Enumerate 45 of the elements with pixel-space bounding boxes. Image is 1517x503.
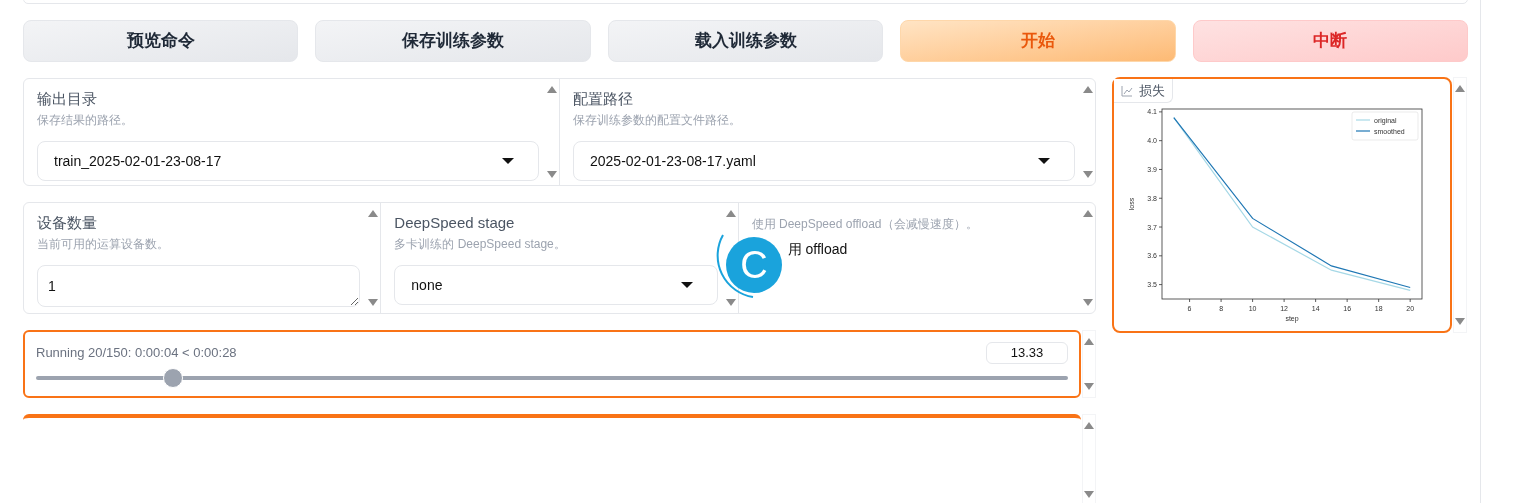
loading-logo: C bbox=[726, 237, 782, 293]
chart-icon bbox=[1121, 84, 1133, 97]
dropdown[interactable]: 2025-02-01-23-08-17.yaml bbox=[573, 141, 1075, 181]
action-button[interactable]: 保存训练参数 bbox=[315, 20, 591, 62]
chart-legend bbox=[1351, 111, 1419, 141]
info-text: 当前可用的运算设备数。 bbox=[37, 236, 170, 253]
info-text: 保存训练参数的配置文件路径。 bbox=[573, 112, 742, 129]
caret-icon bbox=[502, 157, 514, 165]
scroll-up-icon[interactable] bbox=[547, 85, 557, 94]
scroll-down-icon[interactable] bbox=[1084, 382, 1094, 391]
slider-thumb[interactable] bbox=[163, 368, 184, 388]
field-label: 设备数量 bbox=[37, 213, 98, 233]
scroll-up-icon[interactable] bbox=[368, 209, 379, 218]
scroll-up-icon[interactable] bbox=[1084, 337, 1094, 346]
scroll-up-icon[interactable] bbox=[1455, 84, 1465, 93]
text-input[interactable]: 1 bbox=[37, 265, 361, 307]
caret-icon bbox=[680, 281, 693, 289]
action-button[interactable]: 载入训练参数 bbox=[607, 20, 884, 62]
field-label: DeepSpeed stage bbox=[394, 213, 516, 233]
dropdown[interactable]: train_2025-02-01-23-08-17 bbox=[37, 141, 539, 181]
scroll-up-icon[interactable] bbox=[725, 209, 736, 218]
scroll-down-icon[interactable] bbox=[547, 170, 557, 179]
action-button[interactable]: 中断 bbox=[1192, 20, 1469, 62]
scroll-up-icon[interactable] bbox=[1083, 209, 1093, 218]
caret-icon bbox=[1038, 157, 1050, 165]
scroll-down-icon[interactable] bbox=[725, 298, 736, 307]
scroll-up-icon[interactable] bbox=[1083, 85, 1093, 94]
dropdown[interactable]: none bbox=[394, 265, 718, 305]
info-text: 多卡训练的 DeepSpeed stage。 bbox=[394, 236, 567, 253]
scroll-down-icon[interactable] bbox=[1083, 170, 1093, 179]
info-text: 保存结果的路径。 bbox=[37, 112, 134, 129]
info-text: 使用 DeepSpeed offload（会减慢速度）。 bbox=[751, 216, 979, 233]
action-button[interactable]: 预览命令 bbox=[23, 20, 299, 62]
number-field[interactable]: 13.33 bbox=[986, 342, 1068, 364]
slider-track[interactable] bbox=[36, 368, 1068, 388]
scroll-up-icon[interactable] bbox=[1084, 421, 1094, 430]
panel-label: 损失 bbox=[1139, 81, 1165, 100]
scroll-down-icon[interactable] bbox=[1084, 490, 1094, 499]
scroll-down-icon[interactable] bbox=[1083, 298, 1093, 307]
progress-text: Running 20/150: 0:00:04 < 0:00:28 bbox=[36, 344, 237, 363]
scroll-down-icon[interactable] bbox=[368, 298, 379, 307]
field-label: 配置路径 bbox=[573, 89, 634, 109]
field-label: 输出目录 bbox=[37, 89, 98, 109]
checkbox-label[interactable]: 用 offload bbox=[787, 239, 848, 260]
scroll-down-icon[interactable] bbox=[1455, 317, 1465, 326]
